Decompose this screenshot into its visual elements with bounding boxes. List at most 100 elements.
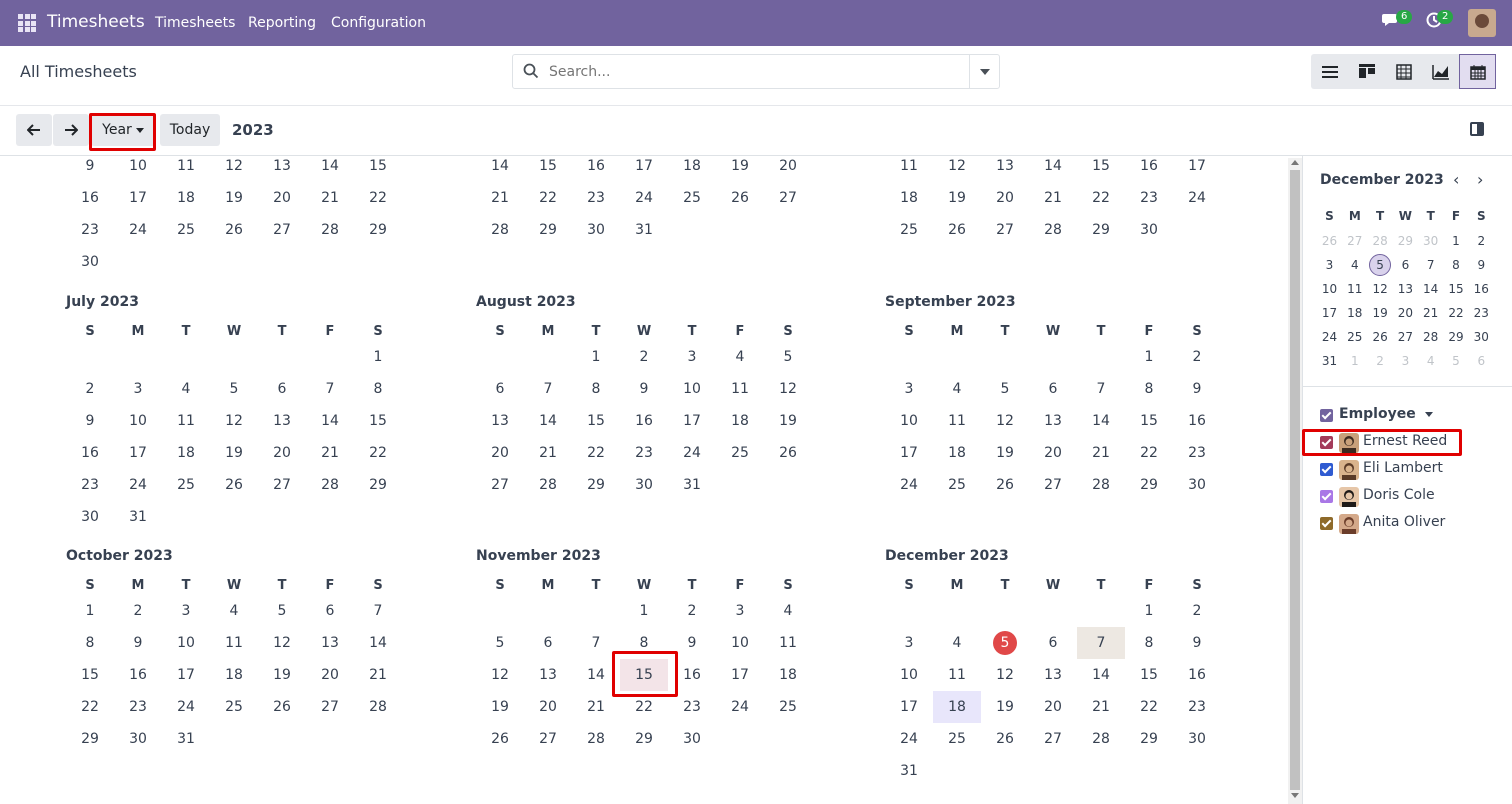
calendar-day[interactable]: 19: [981, 437, 1029, 469]
calendar-day[interactable]: 27: [981, 214, 1029, 246]
calendar-day[interactable]: 15: [1077, 150, 1125, 182]
calendar-day[interactable]: 25: [716, 437, 764, 469]
calendar-day[interactable]: 25: [885, 214, 933, 246]
calendar-day[interactable]: 20: [258, 437, 306, 469]
calendar-day[interactable]: 31: [668, 469, 716, 501]
calendar-day[interactable]: 24: [885, 469, 933, 501]
employee-all-checkbox[interactable]: [1320, 409, 1333, 422]
calendar-day[interactable]: 23: [620, 437, 668, 469]
calendar-day[interactable]: 19: [210, 437, 258, 469]
calendar-day[interactable]: 18: [668, 150, 716, 182]
calendar-day[interactable]: 28: [572, 723, 620, 755]
calendar-day[interactable]: 4: [933, 373, 981, 405]
calendar-day[interactable]: 30: [1173, 723, 1221, 755]
calendar-day[interactable]: 27: [1029, 723, 1077, 755]
calendar-day[interactable]: 14: [1077, 659, 1125, 691]
search-options-toggle[interactable]: [969, 55, 999, 88]
calendar-day[interactable]: 23: [114, 691, 162, 723]
calendar-day[interactable]: 28: [354, 691, 402, 723]
mini-calendar-day[interactable]: 6: [1393, 253, 1418, 277]
calendar-day[interactable]: 19: [933, 182, 981, 214]
mini-calendar-day[interactable]: 18: [1342, 301, 1367, 325]
calendar-day[interactable]: 1: [354, 341, 402, 373]
list-view-button[interactable]: [1311, 54, 1348, 89]
calendar-day[interactable]: 29: [620, 723, 668, 755]
calendar-day[interactable]: 23: [66, 469, 114, 501]
calendar-day[interactable]: 26: [933, 214, 981, 246]
calendar-day[interactable]: 28: [1077, 469, 1125, 501]
calendar-day[interactable]: 4: [716, 341, 764, 373]
employee-filter-heading[interactable]: Employee: [1339, 406, 1433, 422]
kanban-view-button[interactable]: [1348, 54, 1385, 89]
calendar-day[interactable]: 29: [572, 469, 620, 501]
calendar-day[interactable]: 14: [1029, 150, 1077, 182]
calendar-day[interactable]: 6: [524, 627, 572, 659]
graph-view-button[interactable]: [1422, 54, 1459, 89]
calendar-day[interactable]: 15: [1125, 659, 1173, 691]
calendar-day[interactable]: 20: [764, 150, 812, 182]
calendar-day[interactable]: 28: [476, 214, 524, 246]
calendar-day[interactable]: 6: [1029, 627, 1077, 659]
calendar-day[interactable]: 10: [716, 627, 764, 659]
search-bar[interactable]: [512, 54, 1000, 89]
menu-reporting[interactable]: Reporting: [248, 15, 316, 31]
calendar-day[interactable]: 19: [210, 182, 258, 214]
calendar-day[interactable]: 8: [572, 373, 620, 405]
calendar-day[interactable]: 14: [306, 405, 354, 437]
calendar-day[interactable]: 25: [162, 214, 210, 246]
calendar-day[interactable]: 17: [114, 182, 162, 214]
mini-calendar-day[interactable]: 21: [1418, 301, 1443, 325]
mini-calendar-day[interactable]: 15: [1444, 277, 1469, 301]
calendar-day[interactable]: 17: [162, 659, 210, 691]
calendar-day[interactable]: 26: [764, 437, 812, 469]
calendar-day[interactable]: 15: [524, 150, 572, 182]
calendar-day[interactable]: 21: [1077, 437, 1125, 469]
calendar-day[interactable]: 29: [354, 214, 402, 246]
calendar-day[interactable]: 6: [306, 595, 354, 627]
calendar-day[interactable]: 27: [258, 469, 306, 501]
calendar-day[interactable]: 10: [885, 405, 933, 437]
mini-calendar-day[interactable]: 27: [1393, 325, 1418, 349]
calendar-day[interactable]: 26: [981, 723, 1029, 755]
user-avatar[interactable]: [1468, 9, 1496, 37]
employee-checkbox[interactable]: [1320, 517, 1333, 530]
calendar-day[interactable]: 26: [210, 214, 258, 246]
mini-calendar-day[interactable]: 26: [1317, 229, 1342, 253]
calendar-day[interactable]: 3: [114, 373, 162, 405]
mini-calendar-day[interactable]: 7: [1418, 253, 1443, 277]
calendar-day[interactable]: 7: [354, 595, 402, 627]
calendar-day[interactable]: 20: [981, 182, 1029, 214]
mini-calendar-day[interactable]: 16: [1469, 277, 1494, 301]
calendar-day[interactable]: 30: [572, 214, 620, 246]
employee-name[interactable]: Anita Oliver: [1363, 514, 1445, 530]
calendar-day[interactable]: 19: [981, 691, 1029, 723]
calendar-day[interactable]: 6: [258, 373, 306, 405]
calendar-day[interactable]: 27: [524, 723, 572, 755]
calendar-day[interactable]: 20: [258, 182, 306, 214]
calendar-day[interactable]: 18: [162, 182, 210, 214]
mini-calendar-day[interactable]: 8: [1444, 253, 1469, 277]
calendar-day[interactable]: 17: [885, 437, 933, 469]
calendar-day[interactable]: 24: [114, 214, 162, 246]
mini-calendar-day[interactable]: 30: [1469, 325, 1494, 349]
calendar-day[interactable]: 25: [210, 691, 258, 723]
mini-calendar-day[interactable]: 1: [1342, 349, 1367, 373]
calendar-day[interactable]: 13: [981, 150, 1029, 182]
calendar-day[interactable]: 3: [885, 373, 933, 405]
calendar-day[interactable]: 15: [66, 659, 114, 691]
calendar-day[interactable]: 19: [716, 150, 764, 182]
mini-calendar-day[interactable]: 19: [1368, 301, 1393, 325]
mini-calendar-day[interactable]: 10: [1317, 277, 1342, 301]
mini-calendar-day[interactable]: 28: [1368, 229, 1393, 253]
calendar-day[interactable]: 10: [114, 150, 162, 182]
mini-calendar-day[interactable]: 12: [1368, 277, 1393, 301]
today-button[interactable]: Today: [160, 114, 220, 146]
calendar-day[interactable]: 24: [162, 691, 210, 723]
calendar-day[interactable]: 16: [66, 182, 114, 214]
mini-calendar-day[interactable]: 31: [1317, 349, 1342, 373]
calendar-day[interactable]: 22: [66, 691, 114, 723]
mini-calendar-day[interactable]: 3: [1393, 349, 1418, 373]
calendar-day[interactable]: 30: [1173, 469, 1221, 501]
calendar-day[interactable]: 24: [668, 437, 716, 469]
scroll-up-icon[interactable]: [1291, 160, 1299, 165]
